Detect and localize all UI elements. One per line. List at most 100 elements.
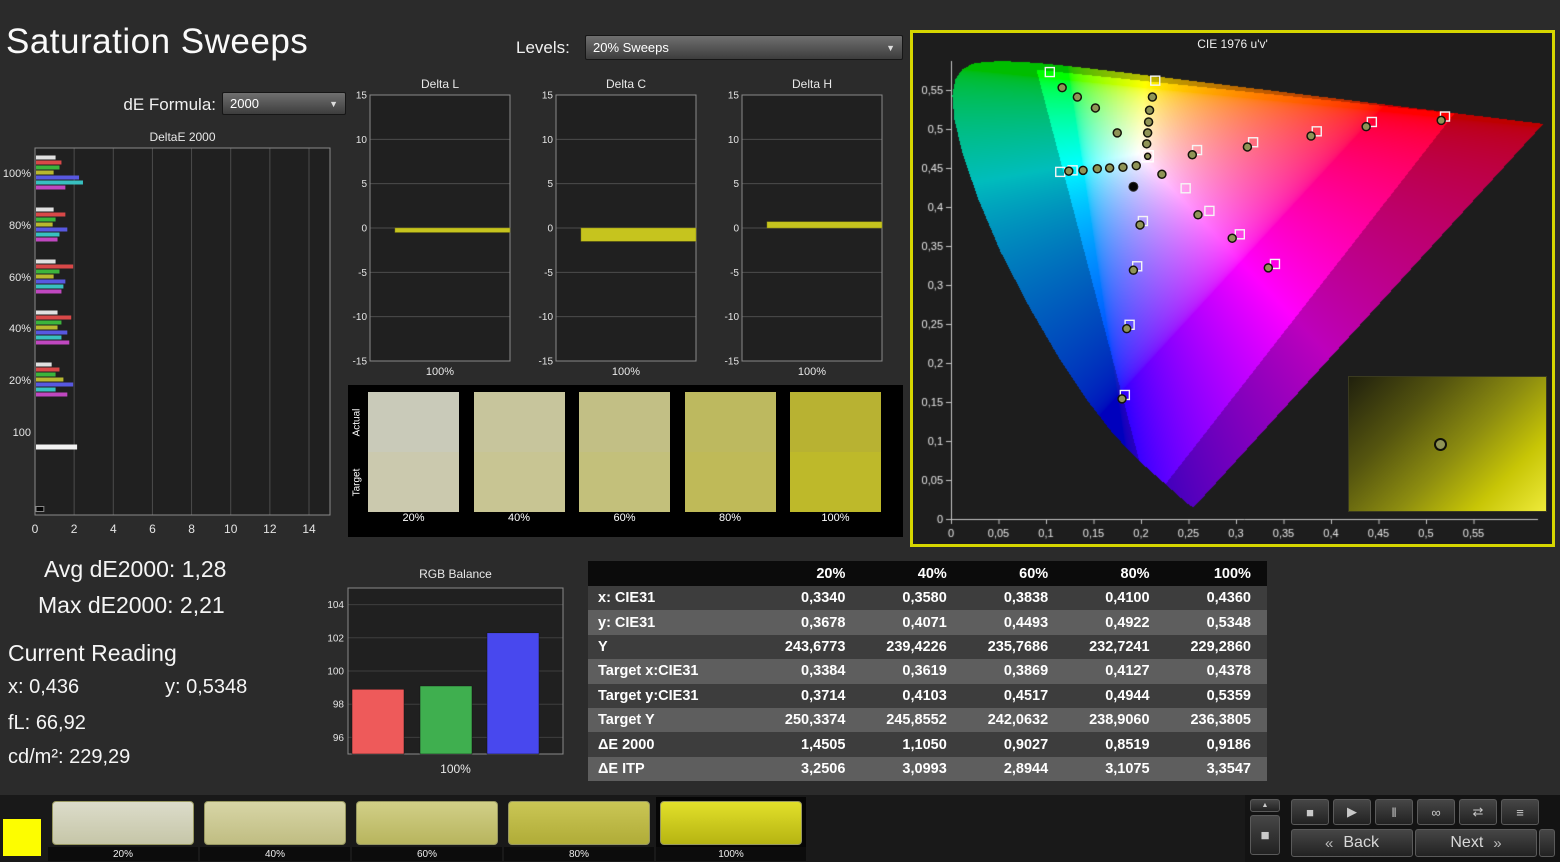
current-reading-title: Current Reading <box>8 640 177 667</box>
svg-text:-15: -15 <box>353 357 368 368</box>
play-button[interactable]: ▶ <box>1333 799 1371 825</box>
svg-text:100: 100 <box>13 427 31 439</box>
table-value: 239,4226 <box>861 635 962 659</box>
pause-button[interactable]: ‖ <box>1375 799 1413 825</box>
table-value: 0,5359 <box>1166 684 1267 708</box>
calibration-app: Saturation Sweeps dE Formula: 2000 ▼ Lev… <box>0 0 1560 862</box>
row-label: Target x:CIE31 <box>588 659 760 683</box>
svg-text:102: 102 <box>327 633 344 644</box>
table-value: 245,8552 <box>861 708 962 732</box>
svg-text:-15: -15 <box>539 357 554 368</box>
de-formula-label: dE Formula: <box>100 95 216 115</box>
table-value: 250,3374 <box>760 708 861 732</box>
levels-label: Levels: <box>516 38 570 58</box>
target-swatch <box>474 452 565 512</box>
menu-icon: ≡ <box>1516 805 1524 820</box>
inset-measurement-marker <box>1434 438 1447 451</box>
tab-label: 20% <box>48 847 198 861</box>
table-value: 235,7686 <box>963 635 1064 659</box>
row-label: Y <box>588 635 760 659</box>
tab-swatch <box>660 801 802 845</box>
table-value: 3,0993 <box>861 757 962 781</box>
tab-swatch <box>204 801 346 845</box>
actual-swatch <box>368 392 459 452</box>
avg-de-stat: Avg dE2000: 1,28 <box>44 556 226 583</box>
table-value: 0,4360 <box>1166 586 1267 610</box>
svg-text:-10: -10 <box>725 312 740 323</box>
table-value: 0,3714 <box>760 684 861 708</box>
target-window-button[interactable]: ■ <box>1250 815 1280 855</box>
table-value: 3,2506 <box>760 757 861 781</box>
pause-icon: ‖ <box>1391 805 1396 820</box>
shuffle-icon: ⇄ <box>1473 804 1484 820</box>
row-label: Target y:CIE31 <box>588 684 760 708</box>
cie-title: CIE 1976 u'v' <box>913 37 1552 51</box>
svg-text:5: 5 <box>547 179 553 190</box>
tab-label: 60% <box>352 847 502 861</box>
table-value: 229,2860 <box>1166 635 1267 659</box>
swatch-column-20% <box>368 392 459 512</box>
svg-text:100%: 100% <box>798 366 826 378</box>
menu-button[interactable]: ≡ <box>1501 799 1539 825</box>
bottom-bar: 20%40%60%80%100% ▲ ■ ■▶‖∞⇄≡ « Back Next … <box>0 795 1560 862</box>
levels-dropdown[interactable]: 20% Sweeps ▼ <box>585 35 903 60</box>
rgb-balance-chart: RGB Balance1041021009896100% <box>320 566 570 781</box>
cie-diagram-panel: CIE 1976 u'v' <box>910 30 1555 547</box>
loop-button[interactable]: ∞ <box>1417 799 1455 825</box>
table-value: 0,9027 <box>963 732 1064 756</box>
svg-text:100%: 100% <box>440 762 471 776</box>
panel-handle[interactable] <box>1539 829 1555 857</box>
saturation-tab-20%[interactable]: 20% <box>48 797 198 860</box>
svg-text:10: 10 <box>224 522 238 536</box>
table-value: 243,6773 <box>760 635 861 659</box>
svg-text:Delta C: Delta C <box>606 78 646 91</box>
swatch-column-100% <box>790 392 881 512</box>
table-value: 0,3869 <box>963 659 1064 683</box>
svg-text:-10: -10 <box>353 312 368 323</box>
shuffle-button[interactable]: ⇄ <box>1459 799 1497 825</box>
tab-swatch <box>508 801 650 845</box>
target-swatch <box>368 452 459 512</box>
tab-label: 40% <box>200 847 350 861</box>
actual-swatch <box>474 392 565 452</box>
table-value: 0,4944 <box>1064 684 1165 708</box>
stop-button[interactable]: ■ <box>1291 799 1329 825</box>
target-swatch <box>685 452 776 512</box>
saturation-tab-80%[interactable]: 80% <box>504 797 654 860</box>
table-value: 242,0632 <box>963 708 1064 732</box>
delta-c-chart: Delta C151050-5-10-15100% <box>538 78 703 378</box>
table-value: 0,4517 <box>963 684 1064 708</box>
swatch-column-label: 80% <box>685 512 776 524</box>
square-icon: ■ <box>1260 827 1269 844</box>
svg-text:0: 0 <box>547 224 553 235</box>
table-value: 232,7241 <box>1064 635 1165 659</box>
current-y-stat: y: 0,5348 <box>165 676 247 699</box>
saturation-tab-100%[interactable]: 100% <box>656 797 806 860</box>
table-value: 0,8519 <box>1064 732 1165 756</box>
table-value: 3,1075 <box>1064 757 1165 781</box>
row-label: y: CIE31 <box>588 610 760 634</box>
svg-text:15: 15 <box>356 91 368 102</box>
target-swatch <box>579 452 670 512</box>
de-formula-dropdown[interactable]: 2000 ▼ <box>222 92 346 115</box>
svg-text:100%: 100% <box>3 168 31 180</box>
target-row-label: Target <box>351 468 362 496</box>
saturation-tab-40%[interactable]: 40% <box>200 797 350 860</box>
svg-text:0: 0 <box>733 224 739 235</box>
actual-swatch <box>579 392 670 452</box>
svg-text:6: 6 <box>149 522 156 536</box>
target-swatch <box>790 452 881 512</box>
table-value: 0,4922 <box>1064 610 1165 634</box>
saturation-tab-60%[interactable]: 60% <box>352 797 502 860</box>
next-button[interactable]: Next » <box>1415 829 1537 857</box>
svg-text:10: 10 <box>728 135 740 146</box>
up-button[interactable]: ▲ <box>1250 799 1280 812</box>
table-value: 238,9060 <box>1064 708 1165 732</box>
svg-text:-5: -5 <box>730 268 739 279</box>
back-button[interactable]: « Back <box>1291 829 1413 857</box>
svg-text:40%: 40% <box>9 323 31 335</box>
table-value: 0,3838 <box>963 586 1064 610</box>
row-label: ΔE ITP <box>588 757 760 781</box>
table-value: 0,3384 <box>760 659 861 683</box>
swatch-column-80% <box>685 392 776 512</box>
